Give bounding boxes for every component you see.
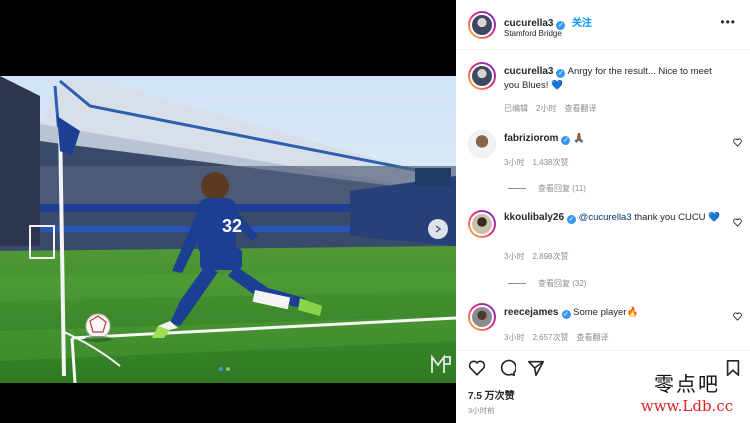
comment-text-block: kkoulibaly26 ✓ @cucurella3 thank you CUCU… — [504, 211, 729, 225]
heart-icon[interactable] — [733, 218, 742, 227]
comment-likes[interactable]: 1,438次赞 — [532, 158, 568, 167]
comment-mention[interactable]: @cucurella3 — [579, 212, 632, 223]
caption-username[interactable]: cucurella3 — [504, 66, 553, 77]
caption-meta: 已编辑 2小时 查看翻译 — [504, 103, 604, 114]
heart-icon[interactable] — [733, 312, 742, 321]
comment-username[interactable]: fabriziorom — [504, 133, 558, 144]
view-replies-label: 查看回复 (32) — [538, 279, 587, 288]
post-location[interactable]: Stamford Bridge — [504, 29, 562, 38]
comment-username[interactable]: reecejames — [504, 307, 559, 318]
comment-meta: 3小时 2,898次赞 — [504, 251, 576, 262]
comment-username[interactable]: kkoulibaly26 — [504, 212, 564, 223]
comment-likes[interactable]: 2,657次赞 — [532, 333, 568, 342]
carousel-dot — [226, 367, 230, 371]
verified-icon: ✓ — [567, 215, 577, 224]
comment-item: fabriziorom ✓ 🙏🏾 3小时 1,438次赞 查看回复 (11) — [456, 126, 750, 196]
caption-time: 2小时 — [536, 104, 557, 113]
caption-edited: 已编辑 — [504, 104, 528, 113]
player-number: 32 — [222, 216, 242, 236]
chevron-right-icon — [435, 225, 442, 233]
comment-icon[interactable] — [498, 359, 516, 377]
carousel-dot-active — [219, 367, 223, 371]
comment-item: kkoulibaly26 ✓ @cucurella3 thank you CUCU… — [456, 206, 750, 291]
comment-time: 3小时 — [504, 158, 525, 167]
comment-time: 3小时 — [504, 333, 525, 342]
author-username[interactable]: cucurella3 — [504, 18, 553, 29]
comment-text-block: reecejames ✓ Some player🔥 — [504, 306, 729, 320]
comment-text: Some player🔥 — [573, 307, 639, 318]
comment-avatar[interactable] — [468, 130, 496, 158]
heart-icon[interactable] — [468, 359, 486, 377]
caption-avatar[interactable] — [468, 62, 496, 90]
post-media: 32 — [0, 0, 456, 423]
post-header: cucurella3 ✓ 关注 Stamford Bridge ••• — [456, 0, 750, 50]
post-timestamp: 3小时前 — [468, 406, 495, 415]
verified-icon: ✓ — [561, 136, 571, 145]
site-watermark: 零点吧 www.Ldb.cc — [628, 372, 746, 416]
view-replies-button[interactable]: 查看回复 (32) — [508, 278, 586, 289]
share-icon[interactable] — [527, 359, 545, 377]
caption-translate-link[interactable]: 查看翻译 — [564, 104, 596, 113]
comment-text: thank you CUCU 💙 — [631, 212, 721, 223]
comment-item: reecejames ✓ Some player🔥 3小时 2,657次赞 查看翻译 — [456, 300, 750, 348]
view-replies-button[interactable]: 查看回复 (11) — [508, 183, 586, 194]
comment-meta: 3小时 2,657次赞 查看翻译 — [504, 332, 616, 343]
comment-meta: 3小时 1,438次赞 — [504, 157, 576, 168]
comment-time: 3小时 — [504, 252, 525, 261]
verified-icon: ✓ — [556, 69, 566, 78]
comment-avatar[interactable] — [468, 303, 496, 331]
comment-text-block: fabriziorom ✓ 🙏🏾 — [504, 132, 729, 146]
likes-count[interactable]: 7.5 万次赞 — [468, 387, 515, 402]
follow-button[interactable]: 关注 — [572, 18, 592, 29]
carousel-dots — [219, 367, 230, 371]
post-caption: cucurella3 ✓ Anrgy for the result... Nice… — [456, 58, 750, 118]
comment-avatar[interactable] — [468, 210, 496, 238]
heart-icon[interactable] — [733, 138, 742, 147]
comment-translate-link[interactable]: 查看翻译 — [576, 333, 608, 342]
comment-likes[interactable]: 2,898次赞 — [532, 252, 568, 261]
view-replies-label: 查看回复 (11) — [538, 184, 586, 193]
caption-text-block: cucurella3 ✓ Anrgy for the result... Nice… — [504, 65, 729, 93]
post-side-panel: cucurella3 ✓ 关注 Stamford Bridge ••• cucur… — [456, 0, 750, 423]
more-icon[interactable]: ••• — [720, 15, 736, 29]
watermark-url: www.Ldb.cc — [640, 397, 734, 415]
watermark-chinese: 零点吧 — [654, 372, 720, 396]
photo-illustration: 32 — [0, 76, 456, 383]
verified-icon: ✓ — [561, 310, 571, 319]
photographer-logo — [431, 354, 451, 373]
author-avatar[interactable] — [468, 11, 496, 39]
carousel-next-button[interactable] — [428, 219, 448, 239]
comment-text: 🙏🏾 — [573, 133, 585, 144]
post-photo[interactable]: 32 — [0, 76, 456, 383]
